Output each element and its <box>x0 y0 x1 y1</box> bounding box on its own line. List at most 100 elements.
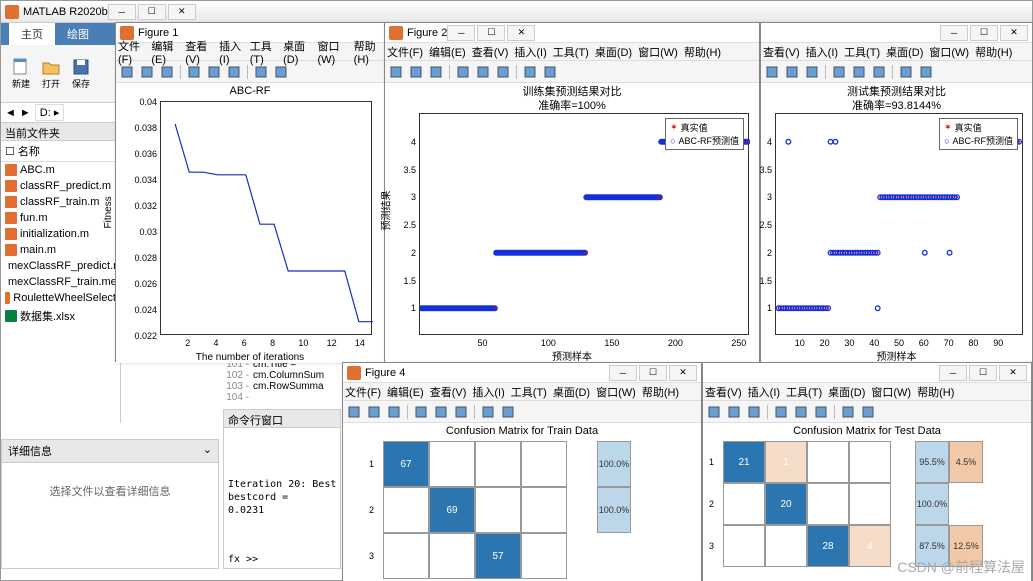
minimize-button[interactable]: ─ <box>108 4 136 20</box>
new-file-icon[interactable] <box>763 63 781 81</box>
menu-item[interactable]: 工具(T) <box>511 384 547 400</box>
menu-item[interactable]: 桌面(D) <box>886 44 923 60</box>
menu-item[interactable]: 帮助(H) <box>684 44 721 60</box>
save-icon[interactable] <box>725 403 743 421</box>
pan-icon[interactable] <box>812 403 830 421</box>
pointer-icon[interactable] <box>830 63 848 81</box>
datatip-icon[interactable] <box>541 63 559 81</box>
maximize-button[interactable]: ☐ <box>138 4 166 20</box>
new-button[interactable]: 新建 <box>7 54 35 94</box>
menu-item[interactable]: 查看(V) <box>472 44 509 60</box>
menu-item[interactable]: 插入(I) <box>806 44 838 60</box>
figure-5-titlebar[interactable]: ─☐✕ <box>703 363 1031 383</box>
fig2-legend[interactable]: ✶真实值 ○ABC-RF预测值 <box>665 118 744 150</box>
file-item[interactable]: mexClassRF_train.me <box>1 274 120 290</box>
menu-item[interactable]: 插入(I) <box>748 384 780 400</box>
open-button[interactable]: 打开 <box>37 54 65 94</box>
menu-item[interactable]: 插入(I) <box>514 44 546 60</box>
minimize-button[interactable]: ─ <box>609 365 637 381</box>
main-titlebar[interactable]: MATLAB R2020b ─ ☐ ✕ <box>1 1 1032 23</box>
menu-item[interactable]: 帮助(H) <box>975 44 1012 60</box>
menu-item[interactable]: 插入(I) <box>219 38 244 66</box>
print-icon[interactable] <box>158 63 176 81</box>
chevron-down-icon[interactable]: ⌄ <box>203 443 212 459</box>
menu-item[interactable]: 编辑(E) <box>429 44 466 60</box>
pan-icon[interactable] <box>494 63 512 81</box>
close-button[interactable]: ✕ <box>168 4 196 20</box>
maximize-button[interactable]: ☐ <box>477 25 505 41</box>
minimize-button[interactable]: ─ <box>447 25 475 41</box>
tab-home[interactable]: 主页 <box>9 23 55 45</box>
menu-item[interactable]: 窗口(W) <box>638 44 678 60</box>
menu-item[interactable]: 文件(F) <box>118 38 145 66</box>
menu-item[interactable]: 工具(T) <box>553 44 589 60</box>
file-item[interactable]: RouletteWheelSelect <box>1 290 120 306</box>
new-file-icon[interactable] <box>387 63 405 81</box>
menu-item[interactable]: 窗口(W) <box>871 384 911 400</box>
zoom-icon[interactable] <box>850 63 868 81</box>
pan-icon[interactable] <box>870 63 888 81</box>
minimize-button[interactable]: ─ <box>940 25 968 41</box>
fig3-legend[interactable]: ✶真实值 ○ABC-RF预测值 <box>939 118 1018 150</box>
menu-item[interactable]: 文件(F) <box>345 384 381 400</box>
rotate-icon[interactable] <box>897 63 915 81</box>
pointer-icon[interactable] <box>412 403 430 421</box>
menu-item[interactable]: 查看(V) <box>185 38 213 66</box>
file-item[interactable]: mexClassRF_predict.m <box>1 258 120 274</box>
new-file-icon[interactable] <box>345 403 363 421</box>
menu-item[interactable]: 工具(T) <box>250 38 277 66</box>
file-item[interactable]: 数据集.xlsx <box>1 306 120 326</box>
figure-4-window[interactable]: Figure 4 ─☐✕ 文件(F)编辑(E)查看(V)插入(I)工具(T)桌面… <box>342 362 702 580</box>
figure-4-titlebar[interactable]: Figure 4 ─☐✕ <box>343 363 701 383</box>
close-button[interactable]: ✕ <box>1000 25 1028 41</box>
file-item[interactable]: main.m <box>1 242 120 258</box>
maximize-button[interactable]: ☐ <box>969 365 997 381</box>
zoom-icon[interactable] <box>432 403 450 421</box>
menu-item[interactable]: 帮助(H) <box>354 38 382 66</box>
menu-item[interactable]: 帮助(H) <box>642 384 679 400</box>
menu-item[interactable]: 工具(T) <box>844 44 880 60</box>
fig3-axes[interactable]: ✶真实值 ○ABC-RF预测值 10203040506070809011.522… <box>775 113 1023 335</box>
nav-back-icon[interactable]: ◄ <box>5 107 16 119</box>
print-icon[interactable] <box>385 403 403 421</box>
datatip-icon[interactable] <box>859 403 877 421</box>
nav-fwd-icon[interactable]: ► <box>20 107 31 119</box>
menu-item[interactable]: 窗口(W) <box>317 38 347 66</box>
save-button[interactable]: 保存 <box>67 54 95 94</box>
command-prompt[interactable]: fx >> <box>224 553 262 566</box>
menu-item[interactable]: 查看(V) <box>763 44 800 60</box>
new-file-icon[interactable] <box>705 403 723 421</box>
datatip-icon[interactable] <box>917 63 935 81</box>
rotate-icon[interactable] <box>521 63 539 81</box>
maximize-button[interactable]: ☐ <box>970 25 998 41</box>
path-segment[interactable]: D: ▸ <box>35 104 65 121</box>
menu-item[interactable]: 查看(V) <box>705 384 742 400</box>
pan-icon[interactable] <box>452 403 470 421</box>
file-item[interactable]: classRF_predict.m <box>1 178 120 194</box>
menu-item[interactable]: 查看(V) <box>430 384 467 400</box>
pan-icon[interactable] <box>225 63 243 81</box>
print-icon[interactable] <box>427 63 445 81</box>
file-item[interactable]: ABC.m <box>1 162 120 178</box>
new-file-icon[interactable] <box>118 63 136 81</box>
fig2-axes[interactable]: ✶真实值 ○ABC-RF预测值 5010015020025011.522.533… <box>419 113 749 335</box>
rotate-icon[interactable] <box>252 63 270 81</box>
zoom-icon[interactable] <box>205 63 223 81</box>
menu-item[interactable]: 插入(I) <box>472 384 504 400</box>
menu-item[interactable]: 桌面(D) <box>283 38 311 66</box>
figure-3-window[interactable]: ─☐✕ 查看(V)插入(I)工具(T)桌面(D)窗口(W)帮助(H) 测试集预测… <box>760 22 1033 362</box>
save-icon[interactable] <box>783 63 801 81</box>
save-icon[interactable] <box>407 63 425 81</box>
print-icon[interactable] <box>803 63 821 81</box>
menu-item[interactable]: 桌面(D) <box>595 44 632 60</box>
pointer-icon[interactable] <box>772 403 790 421</box>
pointer-icon[interactable] <box>454 63 472 81</box>
zoom-icon[interactable] <box>474 63 492 81</box>
menu-item[interactable]: 窗口(W) <box>929 44 969 60</box>
menu-item[interactable]: 帮助(H) <box>917 384 954 400</box>
tab-plot[interactable]: 绘图 <box>55 23 101 45</box>
datatip-icon[interactable] <box>499 403 517 421</box>
figure-2-titlebar[interactable]: Figure 2 ─☐✕ <box>385 23 759 43</box>
rotate-icon[interactable] <box>479 403 497 421</box>
zoom-icon[interactable] <box>792 403 810 421</box>
